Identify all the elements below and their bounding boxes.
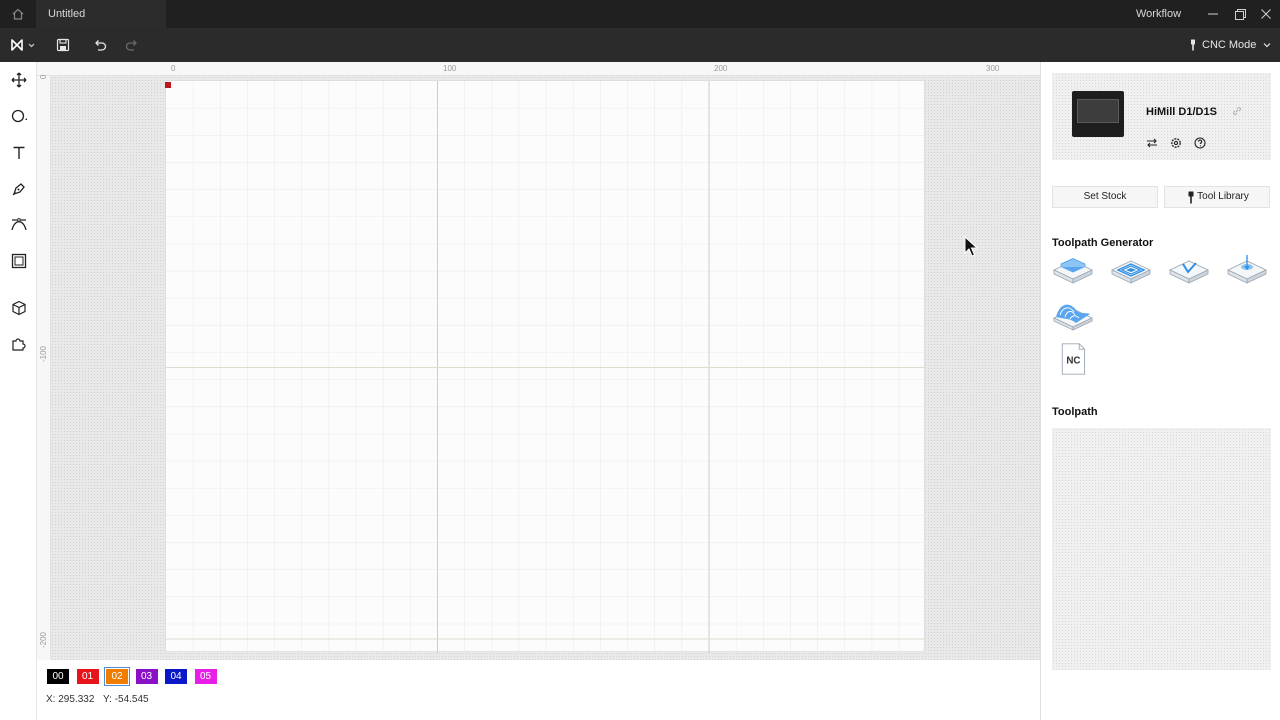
frame-icon[interactable]	[10, 252, 28, 270]
close-icon[interactable]	[1258, 6, 1274, 22]
toolpath-title: Toolpath	[1052, 406, 1098, 418]
ruler-left-label: -100	[39, 345, 48, 362]
home-icon[interactable]	[10, 6, 26, 22]
help-icon[interactable]	[1194, 137, 1206, 149]
nc-file-label: NC	[1066, 355, 1080, 366]
logo-icon[interactable]	[10, 37, 38, 53]
pocket-toolpath-icon[interactable]	[1052, 253, 1094, 287]
layer-swatch-04[interactable]: 04	[165, 669, 187, 684]
end-mill-icon	[1191, 39, 1195, 51]
undo-icon[interactable]	[92, 37, 108, 53]
ruler-top-label: 200	[714, 64, 728, 73]
ruler-top-label: 0	[171, 64, 176, 73]
toolpath-generator-title: Toolpath Generator	[1052, 237, 1154, 249]
cube-icon[interactable]	[10, 299, 28, 317]
tool-library-label: Tool Library	[1197, 191, 1249, 202]
work-area[interactable]	[165, 80, 926, 653]
layer-swatch-03[interactable]: 03	[135, 669, 158, 684]
chevron-down-icon[interactable]	[1262, 40, 1272, 50]
maximize-icon[interactable]	[1232, 6, 1248, 22]
ruler-left-label: 0	[39, 74, 48, 79]
layer-swatch-01[interactable]: 01	[76, 669, 99, 684]
pen-icon[interactable]	[10, 180, 28, 198]
swap-icon[interactable]	[1146, 137, 1158, 149]
puzzle-icon[interactable]	[10, 335, 28, 353]
ruler-left-label: -200	[39, 631, 48, 648]
link-icon[interactable]	[1232, 106, 1242, 116]
device-name: HiMill D1/D1S	[1146, 106, 1217, 118]
title-bar: Untitled Workflow	[0, 0, 1280, 28]
workflow-menu[interactable]: Workflow	[1136, 8, 1181, 20]
text-icon[interactable]	[10, 144, 28, 162]
left-tool-rail	[0, 62, 37, 720]
layer-swatch-05[interactable]: 05	[194, 669, 217, 684]
minimize-icon[interactable]	[1205, 6, 1221, 22]
layer-swatch-02[interactable]: 02	[104, 667, 130, 686]
document-tab[interactable]: Untitled	[36, 0, 166, 28]
ruler-top: 0 100 200 300	[37, 62, 1040, 76]
document-tab-label: Untitled	[48, 8, 86, 20]
ruler-top-label: 300	[986, 64, 1000, 73]
save-icon[interactable]	[55, 37, 71, 53]
cnc-mode-selector[interactable]: CNC Mode	[1202, 39, 1256, 51]
set-stock-label: Set Stock	[1083, 191, 1127, 202]
grid	[166, 81, 926, 653]
3d-surface-toolpath-icon[interactable]	[1052, 298, 1094, 332]
curve-icon[interactable]	[10, 216, 28, 234]
move-icon[interactable]	[10, 71, 28, 89]
nc-file-icon[interactable]: NC	[1052, 342, 1094, 376]
redo-icon[interactable]	[124, 37, 140, 53]
toolpath-list[interactable]	[1052, 428, 1271, 670]
app-window: Untitled Workflow CNC Mode 0 100 200 300	[0, 0, 1280, 720]
ruler-top-label: 100	[443, 64, 457, 73]
set-stock-button[interactable]: Set Stock	[1052, 186, 1158, 208]
end-mill-icon	[1188, 191, 1194, 204]
cursor-y-readout: Y: -54.545	[103, 694, 149, 705]
cursor-x-readout: X: 295.332	[46, 694, 95, 705]
device-image	[1072, 91, 1124, 137]
main-toolbar: CNC Mode	[0, 28, 1280, 62]
tool-library-button[interactable]: Tool Library	[1164, 186, 1270, 208]
contour-toolpath-icon[interactable]	[1110, 253, 1152, 287]
mouse-cursor-icon	[964, 236, 978, 257]
vcarve-toolpath-icon[interactable]	[1168, 253, 1210, 287]
device-card: HiMill D1/D1S	[1052, 73, 1271, 160]
bottom-bar: 00 01 02 03 04 05 X: 295.332 Y: -54.545	[37, 660, 1040, 720]
ellipse-icon[interactable]	[10, 107, 28, 125]
right-panel: HiMill D1/D1S Set Stock Tool Library Too…	[1040, 62, 1280, 720]
settings-icon[interactable]	[1170, 137, 1182, 149]
drill-toolpath-icon[interactable]	[1226, 253, 1268, 287]
ruler-left: 0 -100 -200	[37, 74, 51, 660]
origin-marker	[165, 82, 171, 88]
layer-swatch-00[interactable]: 00	[47, 669, 69, 684]
